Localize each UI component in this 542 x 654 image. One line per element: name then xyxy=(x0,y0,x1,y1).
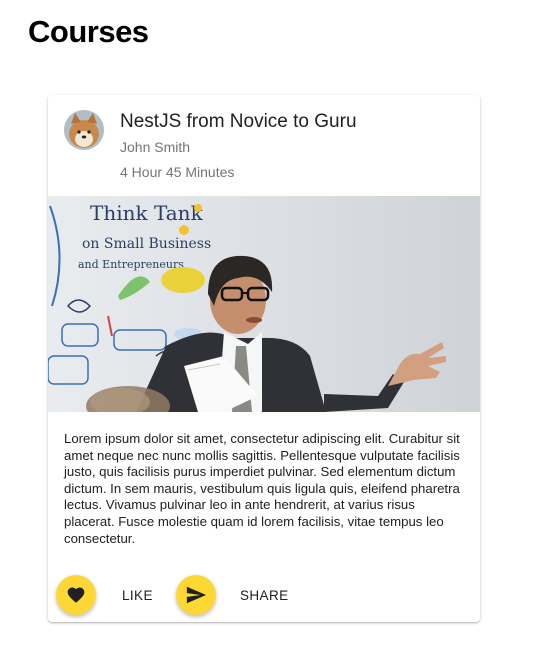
whiteboard-text: Think Tank xyxy=(90,201,204,225)
course-card: NestJS from Novice to Guru John Smith 4 … xyxy=(48,95,480,622)
heart-icon xyxy=(67,587,85,603)
share-button[interactable]: SHARE xyxy=(240,583,289,607)
send-icon xyxy=(186,586,207,604)
whiteboard-text: on Small Business xyxy=(82,236,211,252)
course-author: John Smith xyxy=(120,139,191,155)
page-title: Courses xyxy=(28,14,149,49)
course-image: Think Tank on Small Business and Entrepr… xyxy=(48,196,480,412)
whiteboard-text: and Entrepreneurs xyxy=(78,258,184,271)
share-fab-button[interactable] xyxy=(176,575,216,615)
course-description: Lorem ipsum dolor sit amet, consectetur … xyxy=(64,431,460,546)
avatar xyxy=(64,110,104,150)
like-fab-button[interactable] xyxy=(56,575,96,615)
course-duration: 4 Hour 45 Minutes xyxy=(120,164,235,180)
like-button[interactable]: LIKE xyxy=(122,583,153,607)
course-title: NestJS from Novice to Guru xyxy=(120,111,357,132)
